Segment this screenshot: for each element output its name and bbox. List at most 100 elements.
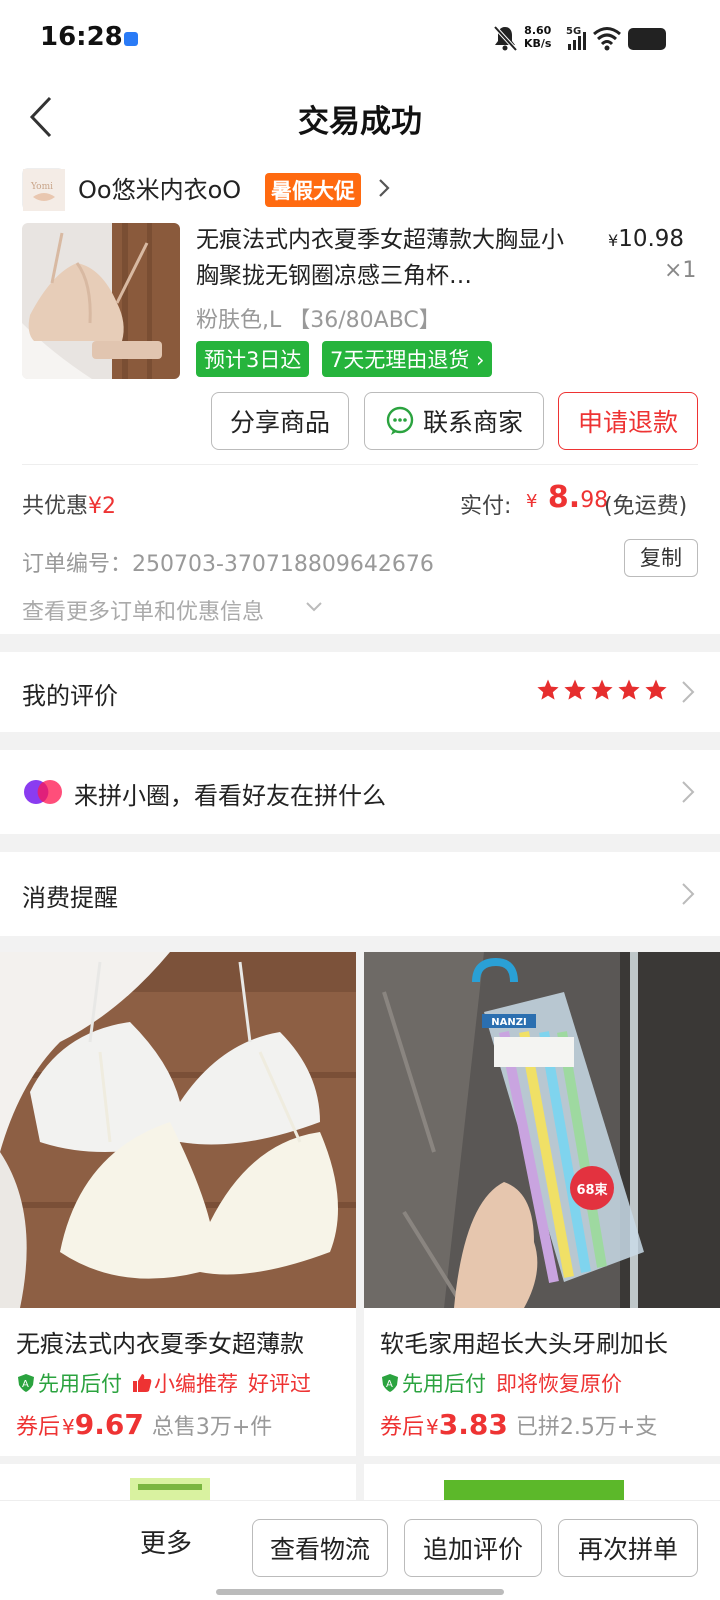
- signal-icon: 5G: [566, 26, 586, 50]
- shield-icon: A: [18, 1374, 34, 1392]
- price-value: 10.98: [618, 226, 685, 252]
- sold-count: 已拼2.5万+支: [515, 1415, 658, 1440]
- view-logistics-button[interactable]: 查看物流: [252, 1519, 388, 1577]
- rec-title[interactable]: 无痕法式内衣夏季女超薄款: [16, 1324, 304, 1359]
- page-title: 交易成功: [298, 104, 422, 140]
- chevron-right-icon: [682, 781, 695, 803]
- my-review-row[interactable]: 我的评价: [0, 652, 720, 732]
- status-time: 16:28: [40, 22, 123, 52]
- delivery-tag: 预计3日达: [196, 341, 310, 377]
- more-order-info-link[interactable]: 查看更多订单和优惠信息: [22, 594, 264, 626]
- rec-price: 券后 ¥ 3.83 已拼2.5万+支: [380, 1408, 657, 1441]
- shield-icon: A: [382, 1374, 398, 1392]
- mute-bell-icon: [493, 25, 518, 52]
- product-spec: 粉肤色,L 【36/80ABC】: [196, 308, 441, 333]
- consumption-reminder-label: 消费提醒: [22, 884, 118, 912]
- friends-circle-row[interactable]: 来拼小圈，看看好友在拼什么: [0, 750, 720, 834]
- svg-text:Yomi: Yomi: [30, 182, 53, 192]
- header: 交易成功: [0, 78, 720, 160]
- more-button[interactable]: 更多: [140, 1523, 192, 1560]
- price-currency: ¥: [62, 1415, 75, 1439]
- reorder-button[interactable]: 再次拼单: [558, 1519, 698, 1577]
- review-stars: [536, 678, 670, 704]
- editor-pick-label: 小编推荐: [154, 1372, 238, 1396]
- return-policy-label: 7天无理由退货: [330, 348, 470, 372]
- good-review-tag: 好评过: [248, 1372, 311, 1396]
- product-image[interactable]: NANZI 68束: [364, 952, 720, 1308]
- package-brand: NANZI: [491, 1017, 526, 1028]
- product-price: ¥10.98: [608, 226, 684, 252]
- chevron-right-icon[interactable]: [376, 176, 392, 200]
- network-type: 5G: [566, 26, 581, 37]
- paid-integer: 8.: [547, 480, 581, 515]
- price-restore-tag: 即将恢复原价: [496, 1372, 622, 1396]
- discount-summary: 共优惠¥2: [22, 488, 116, 520]
- battery-icon: [628, 28, 666, 50]
- star-icon: [564, 679, 586, 700]
- add-review-button[interactable]: 追加评价: [404, 1519, 542, 1577]
- consumption-reminder-row[interactable]: 消费提醒: [0, 852, 720, 936]
- order-card: Yomi Oo悠米内衣oO 暑假大促 无痕法式内衣夏季女超薄款大胸显小胸聚拢无钢…: [0, 160, 720, 634]
- chevron-down-icon[interactable]: [304, 600, 324, 614]
- network-speed-value: 8.60: [524, 24, 552, 37]
- paid-currency: ¥: [526, 491, 538, 512]
- chevron-right-icon: [682, 681, 695, 703]
- price-value: 3.83: [438, 1408, 508, 1441]
- my-review-label: 我的评价: [22, 682, 118, 710]
- star-icon: [645, 679, 667, 700]
- contact-seller-label: 联系商家: [422, 408, 523, 437]
- refund-button[interactable]: 申请退款: [558, 392, 698, 450]
- chevron-right-icon: [682, 883, 695, 905]
- product-title[interactable]: 无痕法式内衣夏季女超薄款大胸显小胸聚拢无钢圈凉感三角杯…: [196, 222, 576, 294]
- pay-later-label: 先用后付: [38, 1372, 122, 1396]
- contact-seller-button[interactable]: 联系商家: [364, 392, 544, 450]
- pay-later-tag: A 先用后付: [16, 1368, 122, 1398]
- recommendation-card-peek[interactable]: [0, 1464, 356, 1504]
- bottom-action-bar: 更多 查看物流 追加评价 再次拼单: [0, 1500, 720, 1600]
- return-policy-tag[interactable]: 7天无理由退货 ›: [322, 341, 493, 377]
- share-button[interactable]: 分享商品: [211, 392, 349, 450]
- pin-circle-icon: [24, 780, 62, 804]
- coupon-label: 券后: [16, 1415, 61, 1440]
- friends-circle-label: 来拼小圈，看看好友在拼什么: [74, 782, 386, 810]
- star-icon: [537, 679, 559, 700]
- paid-amount: ¥ 8.98: [526, 480, 608, 515]
- shipping-note: (免运费): [604, 494, 688, 519]
- star-icon: [591, 679, 613, 700]
- chevron-right-icon: ›: [469, 348, 485, 372]
- sold-count: 总售3万+件: [151, 1415, 273, 1440]
- chat-bubble-icon: [386, 406, 414, 435]
- wifi-icon: [593, 27, 621, 51]
- star-icon: [618, 679, 640, 700]
- shop-avatar[interactable]: Yomi: [22, 168, 65, 211]
- pay-later-label: 先用后付: [402, 1372, 486, 1396]
- divider: [22, 464, 698, 465]
- app-notification-icon: [124, 32, 138, 46]
- shop-name[interactable]: Oo悠米内衣oO: [78, 170, 241, 205]
- rec-price: 券后 ¥ 9.67 总售3万+件: [16, 1408, 272, 1441]
- recommendation-card[interactable]: 无痕法式内衣夏季女超薄款 A 先用后付 小编推荐 好评过 券后 ¥ 9.67 总…: [0, 952, 356, 1456]
- promo-badge: 暑假大促: [265, 173, 361, 207]
- recommendation-card-peek[interactable]: [364, 1464, 720, 1504]
- network-speed: 8.60 KB/s: [524, 24, 551, 50]
- pay-later-tag: A 先用后付: [380, 1368, 486, 1398]
- product-image[interactable]: [0, 952, 356, 1308]
- rec-tags: A 先用后付 即将恢复原价: [380, 1368, 622, 1398]
- status-bar: 16:28 8.60 KB/s 5G: [0, 0, 720, 78]
- package-count: 68束: [576, 1182, 608, 1198]
- copy-button[interactable]: 复制: [624, 539, 698, 577]
- svg-text:A: A: [386, 1379, 393, 1390]
- coupon-label: 券后: [380, 1415, 425, 1440]
- network-speed-unit: KB/s: [524, 37, 552, 50]
- price-value: 9.67: [74, 1408, 144, 1441]
- paid-label: 实付:: [460, 494, 512, 519]
- discount-amount: ¥2: [88, 494, 117, 519]
- recommendation-card[interactable]: NANZI 68束 软毛家用超长大头牙刷加长 A 先用后付 即将恢复原价 券后 …: [364, 952, 720, 1456]
- order-number: 订单编号：250703-370718809642676: [22, 552, 434, 577]
- discount-label: 共优惠: [22, 494, 89, 519]
- product-image[interactable]: [22, 223, 180, 379]
- price-currency: ¥: [426, 1415, 439, 1439]
- home-indicator: [216, 1589, 504, 1595]
- rec-title[interactable]: 软毛家用超长大头牙刷加长: [380, 1324, 668, 1359]
- rec-tags: A 先用后付 小编推荐 好评过: [16, 1368, 311, 1398]
